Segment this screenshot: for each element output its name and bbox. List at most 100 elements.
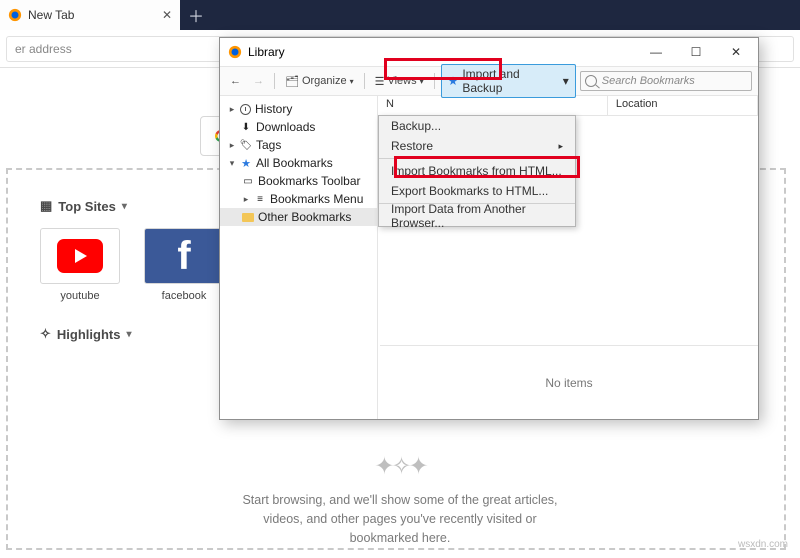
tree-all-bookmarks[interactable]: ▾ ★ All Bookmarks (220, 154, 377, 172)
tab-label: New Tab (28, 8, 74, 22)
organize-icon: 🗂 (285, 75, 299, 88)
dd-label: Import Bookmarks from HTML... (391, 164, 562, 178)
tag-icon: 🏷 (240, 139, 252, 151)
library-search-input[interactable]: Search Bookmarks (580, 71, 752, 91)
browser-tab[interactable]: New Tab ✕ (0, 0, 180, 30)
caret-down-icon: ▾ (350, 77, 354, 86)
chevron-down-icon: ▾ (126, 329, 131, 340)
back-button[interactable]: ← (226, 71, 245, 91)
tile-thumb: f (144, 228, 224, 284)
tree-label: Other Bookmarks (258, 210, 351, 224)
dd-label: Export Bookmarks to HTML... (391, 184, 548, 198)
tree-label: Bookmarks Toolbar (258, 174, 361, 188)
submenu-arrow-icon: ▸ (558, 141, 563, 152)
tree-label: History (255, 102, 292, 116)
close-tab-icon[interactable]: ✕ (162, 8, 172, 22)
dd-restore[interactable]: Restore ▸ (379, 136, 575, 156)
tile-youtube[interactable]: youtube (40, 228, 120, 302)
tree-other-bookmarks[interactable]: Other Bookmarks (220, 208, 377, 226)
tab-strip: New Tab ✕ ＋ (0, 0, 800, 30)
watermark: wsxdn.com (738, 539, 788, 550)
tree-bm-menu[interactable]: ▸ ≡ Bookmarks Menu (220, 190, 377, 208)
empty-line: Start browsing, and we'll show some of t… (0, 491, 800, 510)
highlights-label: Highlights (57, 327, 121, 342)
highlights-icon: ✧ (40, 326, 51, 342)
facebook-icon: f (177, 236, 190, 276)
new-tab-button[interactable]: ＋ (180, 0, 212, 30)
search-placeholder: Search Bookmarks (602, 75, 695, 87)
library-toolbar: ← → 🗂 Organize ▾ ☰ Views ▾ ★ Import and … (220, 66, 758, 96)
library-window: Library — ☐ ✕ ← → 🗂 Organize ▾ ☰ Views ▾… (219, 37, 759, 420)
library-body: ▸ History ⬇ Downloads ▸ 🏷 Tags ▾ ★ All Bookmar… (220, 96, 758, 419)
dd-export-html[interactable]: Export Bookmarks to HTML... (379, 181, 575, 201)
dd-label: Restore (391, 139, 433, 153)
menu-icon: ≡ (254, 193, 266, 205)
twisty-open-icon: ▾ (228, 158, 236, 169)
window-buttons: — ☐ ✕ (642, 42, 750, 62)
library-title: Library (248, 45, 285, 59)
library-right-pane: N Location Backup... Restore ▸ Import Boo… (378, 96, 758, 419)
import-backup-button[interactable]: ★ Import and Backup ▾ (441, 64, 576, 98)
empty-line: videos, and other pages you've recently … (0, 510, 800, 529)
firefox-icon (8, 8, 22, 22)
forward-button[interactable]: → (249, 71, 268, 91)
youtube-icon (57, 239, 103, 273)
tree-downloads[interactable]: ⬇ Downloads (220, 118, 377, 136)
tree-bm-toolbar[interactable]: ▭ Bookmarks Toolbar (220, 172, 377, 190)
address-placeholder: er address (15, 42, 72, 56)
views-button[interactable]: ☰ Views ▾ (371, 71, 428, 91)
caret-down-icon: ▾ (563, 74, 569, 88)
tree-tags[interactable]: ▸ 🏷 Tags (220, 136, 377, 154)
column-headers: N Location (378, 96, 758, 116)
list-area: Backup... Restore ▸ Import Bookmarks from… (378, 116, 758, 345)
separator (364, 73, 365, 89)
no-items-label: No items (545, 376, 592, 390)
twisty-icon: ▸ (228, 104, 236, 115)
toolbar-icon: ▭ (242, 175, 254, 187)
separator (274, 73, 275, 89)
dd-backup[interactable]: Backup... (379, 116, 575, 136)
separator (434, 73, 435, 89)
import-backup-label: Import and Backup (462, 67, 558, 95)
bookmark-icon: ★ (240, 157, 252, 169)
folder-icon (242, 213, 254, 222)
tile-label: facebook (144, 290, 224, 302)
tile-thumb (40, 228, 120, 284)
empty-line: bookmarked here. (0, 529, 800, 548)
minimize-button[interactable]: — (642, 42, 670, 62)
tree-label: Bookmarks Menu (270, 192, 363, 206)
col-name[interactable]: N (378, 96, 608, 115)
twisty-icon: ▸ (242, 194, 250, 205)
import-backup-dropdown: Backup... Restore ▸ Import Bookmarks from… (378, 115, 576, 227)
tile-facebook[interactable]: f facebook (144, 228, 224, 302)
dd-label: Backup... (391, 119, 441, 133)
download-icon: ⬇ (240, 121, 252, 133)
tree-label: All Bookmarks (256, 156, 333, 170)
caret-down-icon: ▾ (420, 77, 424, 86)
views-label: Views (387, 75, 416, 87)
col-location[interactable]: Location (608, 96, 758, 115)
bookmark-tree: ▸ History ⬇ Downloads ▸ 🏷 Tags ▾ ★ All Bookmar… (220, 96, 378, 419)
organize-label: Organize (302, 75, 347, 87)
dd-label: Import Data from Another Browser... (391, 202, 563, 230)
close-button[interactable]: ✕ (722, 42, 750, 62)
views-icon: ☰ (375, 75, 385, 88)
sparkle-icon: ✦✧✦ (0, 452, 800, 481)
firefox-icon (228, 45, 242, 59)
top-sites-label: Top Sites (58, 199, 116, 214)
tree-label: Downloads (256, 120, 315, 134)
clock-icon (240, 104, 251, 115)
library-titlebar[interactable]: Library — ☐ ✕ (220, 38, 758, 66)
maximize-button[interactable]: ☐ (682, 42, 710, 62)
twisty-icon: ▸ (228, 140, 236, 151)
tree-history[interactable]: ▸ History (220, 100, 377, 118)
organize-button[interactable]: 🗂 Organize ▾ (281, 71, 358, 91)
search-icon (585, 75, 597, 87)
tree-label: Tags (256, 138, 281, 152)
dd-import-html[interactable]: Import Bookmarks from HTML... (379, 161, 575, 181)
dd-import-browser[interactable]: Import Data from Another Browser... (379, 206, 575, 226)
star-icon: ★ (448, 74, 459, 88)
chevron-down-icon: ▾ (122, 201, 127, 212)
separator (379, 158, 575, 159)
details-pane: No items (380, 345, 758, 419)
